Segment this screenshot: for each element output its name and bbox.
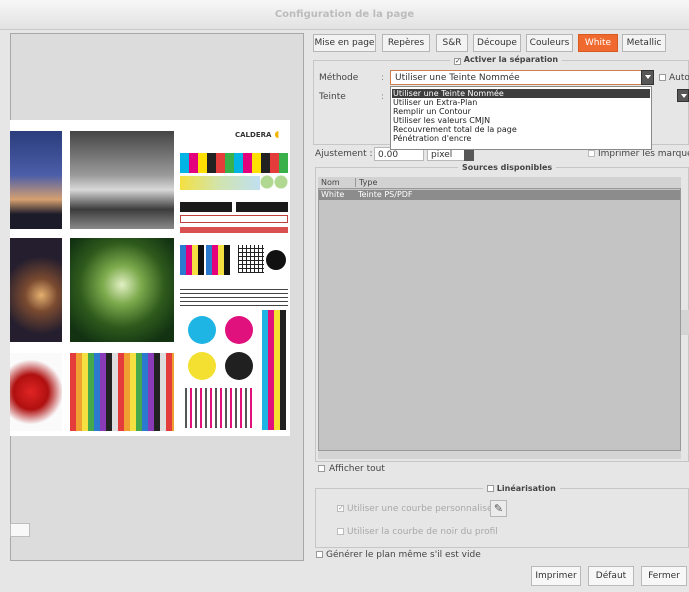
photo-motorcycle bbox=[10, 353, 62, 431]
tab-s-and-r[interactable]: S&R bbox=[436, 34, 468, 52]
print-marks-checkbox[interactable] bbox=[588, 150, 595, 157]
column-nom[interactable]: Nom bbox=[321, 178, 340, 187]
sources-title: Sources disponibles bbox=[458, 163, 557, 172]
photo-green-succulent bbox=[70, 238, 174, 342]
method-colon: : bbox=[381, 73, 385, 83]
option-penetration-encre[interactable]: Pénétration d'encre bbox=[393, 134, 471, 143]
sources-header: Nom Type bbox=[318, 177, 681, 189]
teinte-label: Teinte bbox=[319, 92, 346, 102]
registration-grid bbox=[238, 245, 264, 273]
option-valeurs-cmjn[interactable]: Utiliser les valeurs CMJN bbox=[393, 116, 490, 125]
tab-mise-en-page[interactable]: Mise en page bbox=[313, 34, 376, 52]
close-button[interactable]: Fermer bbox=[641, 566, 687, 586]
magenta-circle bbox=[225, 316, 253, 344]
generate-empty-label: Générer le plan même s'il est vide bbox=[326, 550, 481, 560]
cyan-circle bbox=[188, 316, 216, 344]
option-remplir-contour[interactable]: Remplir un Contour bbox=[393, 107, 471, 116]
row-type: Teinte PS/PDF bbox=[358, 190, 413, 199]
table-row[interactable]: White Teinte PS/PDF bbox=[319, 190, 680, 200]
option-teinte-nommee[interactable]: Utiliser une Teinte Nommée bbox=[392, 89, 650, 98]
green-circles bbox=[260, 175, 288, 189]
linearisation-checkbox[interactable] bbox=[487, 485, 494, 492]
caldera-logo: CALDERA ◖ bbox=[235, 130, 280, 140]
tab-decoupe[interactable]: Découpe bbox=[473, 34, 521, 52]
custom-curve-label: Utiliser une courbe personnalisée bbox=[347, 504, 499, 514]
activate-separation-checkbox[interactable]: ✓ bbox=[454, 58, 461, 65]
yellow-circle bbox=[188, 352, 216, 380]
method-select[interactable]: Utiliser une Teinte Nommée bbox=[390, 70, 654, 85]
red-strip bbox=[180, 227, 288, 233]
black-circle bbox=[225, 352, 253, 380]
tab-white[interactable]: White bbox=[578, 34, 618, 52]
auto-label: Auto bbox=[669, 73, 689, 83]
horizontal-scrollbar[interactable] bbox=[318, 450, 681, 459]
small-bars bbox=[185, 388, 255, 428]
text-boxes-outline bbox=[180, 215, 288, 223]
option-recouvrement-total[interactable]: Recouvrement total de la page bbox=[393, 125, 517, 134]
show-all-label: Afficher tout bbox=[329, 464, 385, 474]
vertical-ramp bbox=[262, 310, 286, 430]
window-title: Configuration de la page bbox=[274, 9, 415, 20]
black-curve-label: Utiliser la courbe de noir du profil bbox=[347, 527, 498, 537]
vertical-scrollbar[interactable] bbox=[681, 310, 689, 335]
black-curve-checkbox[interactable] bbox=[337, 528, 344, 535]
linearisation-header: Linéarisation bbox=[483, 484, 560, 493]
chevron-down-icon[interactable] bbox=[641, 70, 654, 85]
method-label: Méthode bbox=[319, 73, 359, 83]
page-preview: CALDERA ◖ bbox=[10, 120, 290, 436]
teinte-colon: : bbox=[381, 92, 385, 102]
gradient-ramps bbox=[180, 176, 260, 190]
photo-sunset bbox=[10, 131, 62, 229]
starburst bbox=[266, 250, 286, 270]
generate-empty-checkbox[interactable] bbox=[316, 551, 323, 558]
photo-color-chart bbox=[70, 353, 174, 431]
sources-list[interactable] bbox=[318, 177, 681, 459]
photo-night-city bbox=[10, 238, 62, 342]
zoom-field[interactable] bbox=[10, 523, 30, 537]
method-dropdown-list: Utiliser une Teinte Nommée Utiliser un E… bbox=[390, 86, 652, 150]
print-button[interactable]: Imprimer bbox=[531, 566, 581, 586]
auto-checkbox[interactable] bbox=[659, 74, 666, 81]
row-name: White bbox=[321, 190, 345, 199]
default-button[interactable]: Défaut bbox=[588, 566, 634, 586]
color-bars bbox=[180, 153, 288, 173]
tab-reperes[interactable]: Repères bbox=[382, 34, 430, 52]
cmyk-patches bbox=[180, 245, 232, 275]
title-bar: Configuration de la page bbox=[0, 0, 689, 30]
separation-header: ✓ Activer la séparation bbox=[450, 55, 563, 65]
text-block bbox=[180, 286, 288, 306]
show-all-checkbox[interactable] bbox=[318, 465, 325, 472]
linearisation-group bbox=[315, 488, 689, 548]
column-type[interactable]: Type bbox=[355, 178, 377, 187]
teinte-dropdown-icon[interactable] bbox=[677, 89, 689, 102]
tab-couleurs[interactable]: Couleurs bbox=[526, 34, 573, 52]
adjust-label: Ajustement : bbox=[315, 149, 373, 159]
print-marks-label: Imprimer les marques bbox=[598, 149, 689, 159]
tab-metallic[interactable]: Metallic bbox=[622, 34, 666, 52]
custom-curve-checkbox[interactable]: ✓ bbox=[337, 505, 344, 512]
option-extra-plan[interactable]: Utiliser un Extra-Plan bbox=[393, 98, 477, 107]
photo-bw-sky bbox=[70, 131, 174, 229]
pencil-icon[interactable]: ✎ bbox=[490, 500, 507, 517]
text-boxes bbox=[180, 202, 288, 212]
